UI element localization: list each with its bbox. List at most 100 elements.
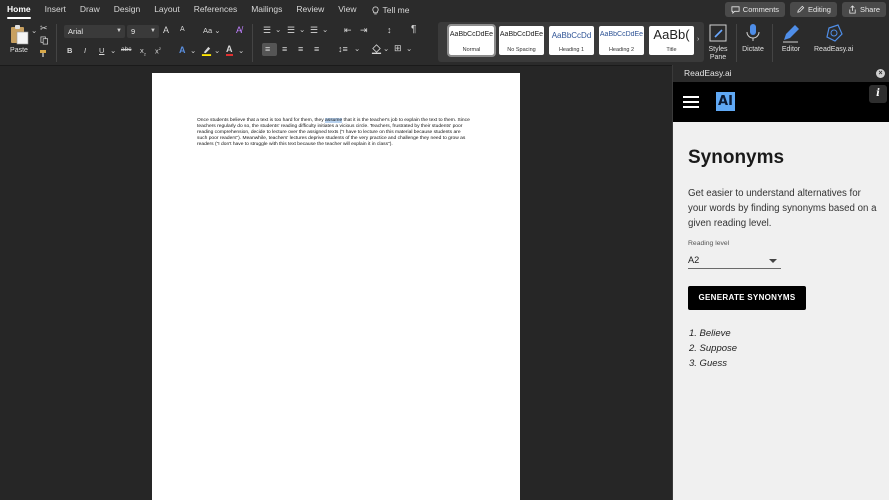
style-sample: AaBbCcDdEe (599, 31, 644, 38)
borders-dropdown-icon[interactable]: ⌄ (406, 44, 412, 53)
ribbon-separator (772, 24, 773, 62)
generate-synonyms-button[interactable]: GENERATE SYNONYMS (688, 286, 806, 310)
ribbon-home: Paste ⌄ ✂ Arial ▼ 9 ▼ A A Aa ⌄ A̸ B I U ⌄ … (0, 20, 889, 66)
clear-formatting-icon[interactable]: A̸ (236, 25, 242, 35)
style-name: Heading 2 (608, 47, 635, 53)
styles-pane-label: Styles Pane (708, 46, 728, 61)
readeasy-button[interactable]: ReadEasy.ai (814, 22, 853, 53)
word-window: Home Insert Draw Design Layout Reference… (0, 0, 889, 500)
borders-icon[interactable]: ⊞ (394, 43, 402, 54)
lightbulb-icon (372, 5, 379, 14)
tab-insert[interactable]: Insert (38, 0, 73, 20)
styles-expand-icon[interactable]: › (697, 36, 699, 43)
style-no-spacing[interactable]: AaBbCcDdEe No Spacing (499, 26, 544, 55)
grow-font-button[interactable]: A (163, 25, 169, 35)
styles-pane-button[interactable]: Styles Pane (706, 22, 730, 62)
font-size-select[interactable]: 9 ▼ (127, 25, 159, 38)
underline-button[interactable]: U (99, 46, 104, 55)
change-case-button[interactable]: Aa ⌄ (203, 26, 221, 35)
italic-button[interactable]: I (84, 46, 86, 55)
subscript-button[interactable]: x2 (140, 46, 146, 57)
tab-mailings[interactable]: Mailings (244, 0, 289, 20)
underline-dropdown-icon[interactable]: ⌄ (110, 46, 116, 55)
bold-button[interactable]: B (67, 46, 72, 55)
copy-icon[interactable] (40, 36, 49, 47)
editor-button[interactable]: Editor (780, 22, 802, 53)
tab-layout[interactable]: Layout (147, 0, 187, 20)
decrease-indent-icon[interactable]: ⇤ (344, 25, 352, 36)
hamburger-menu-icon[interactable] (683, 96, 699, 108)
comments-button[interactable]: Comments (724, 2, 786, 17)
share-icon (849, 5, 856, 14)
text-effects-icon[interactable]: A (179, 45, 186, 55)
comment-icon (731, 6, 740, 14)
tab-references[interactable]: References (187, 0, 244, 20)
document-body[interactable]: Once students believe that a text is too… (197, 118, 472, 148)
tab-draw[interactable]: Draw (73, 0, 107, 20)
tab-design[interactable]: Design (107, 0, 147, 20)
format-painter-icon[interactable] (39, 48, 49, 60)
font-name-select[interactable]: Arial ▼ (64, 25, 125, 38)
style-name: No Spacing (507, 47, 536, 53)
share-button[interactable]: Share (841, 2, 886, 17)
shading-icon[interactable] (371, 43, 382, 56)
shrink-font-button[interactable]: A (180, 26, 185, 33)
style-normal[interactable]: AaBbCcDdEe Normal (447, 24, 496, 57)
font-color-dropdown-icon[interactable]: ⌄ (238, 46, 244, 55)
style-title[interactable]: AaBb( Title (649, 26, 694, 55)
synonym-item[interactable]: 3. Guess (689, 356, 737, 371)
selected-word[interactable]: assume (325, 118, 343, 123)
document-canvas: Once students believe that a text is too… (0, 67, 672, 500)
tab-view[interactable]: View (331, 0, 363, 20)
justify-icon[interactable]: ≡ (314, 44, 319, 54)
synonym-item[interactable]: 2. Suppose (689, 341, 737, 356)
sort-icon[interactable]: ↕ (387, 25, 392, 35)
style-sample: AaBbCcDdEe (449, 31, 494, 38)
panel-title: ReadEasy.ai (684, 68, 732, 78)
multilevel-dropdown-icon[interactable]: ⌄ (322, 25, 328, 34)
synonym-item[interactable]: 1. Believe (689, 326, 737, 341)
info-button[interactable]: i (869, 85, 887, 103)
style-name: Heading 1 (558, 47, 585, 53)
font-color-icon[interactable]: A (226, 45, 233, 56)
paste-button[interactable]: Paste (8, 23, 30, 54)
bullets-dropdown-icon[interactable]: ⌄ (275, 25, 281, 34)
tab-review[interactable]: Review (289, 0, 331, 20)
editing-button[interactable]: Editing (790, 2, 837, 17)
tab-home[interactable]: Home (0, 0, 38, 20)
line-spacing-dropdown-icon[interactable]: ⌄ (354, 44, 360, 53)
share-label: Share (859, 5, 880, 14)
highlighter-icon[interactable] (201, 45, 212, 58)
line-spacing-icon[interactable]: ↕≡ (338, 44, 348, 54)
dictate-button[interactable]: Dictate (742, 22, 764, 53)
align-center-icon[interactable]: ≡ (282, 44, 287, 54)
text-effects-dropdown-icon[interactable]: ⌄ (190, 46, 196, 55)
numbering-icon[interactable]: ☰ (287, 25, 295, 36)
ribbon-separator (56, 24, 57, 62)
cut-icon[interactable]: ✂ (40, 23, 48, 34)
align-right-icon[interactable]: ≡ (298, 44, 303, 54)
numbering-dropdown-icon[interactable]: ⌄ (299, 25, 305, 34)
shading-dropdown-icon[interactable]: ⌄ (383, 44, 389, 53)
readeasy-label: ReadEasy.ai (814, 46, 854, 53)
align-left-icon: ≡ (265, 44, 271, 54)
tell-me-search[interactable]: Tell me (364, 0, 417, 20)
increase-indent-icon[interactable]: ⇥ (360, 25, 368, 36)
document-page[interactable]: Once students believe that a text is too… (152, 73, 520, 500)
style-heading-1[interactable]: AaBbCcDd Heading 1 (549, 26, 594, 55)
styles-gallery: AaBbCcDdEe Normal AaBbCcDdEe No Spacing … (438, 22, 704, 62)
paste-dropdown-icon[interactable]: ⌄ (31, 26, 37, 35)
superscript-button[interactable]: x2 (155, 46, 161, 56)
panel-titlebar: ReadEasy.ai × (673, 65, 889, 82)
readeasy-panel: ReadEasy.ai × AI i Synonyms Get easier t… (672, 65, 889, 500)
multilevel-list-icon[interactable]: ☰ (310, 25, 318, 36)
readeasy-icon (825, 24, 843, 42)
strikethrough-button[interactable]: abc (121, 46, 131, 53)
bullets-icon[interactable]: ☰ (263, 25, 271, 36)
close-icon[interactable]: × (876, 69, 885, 78)
highlight-dropdown-icon[interactable]: ⌄ (214, 46, 220, 55)
style-name: Title (666, 47, 677, 53)
show-formatting-icon[interactable]: ¶ (411, 24, 416, 35)
reading-level-select[interactable]: A2 (688, 252, 781, 269)
style-heading-2[interactable]: AaBbCcDdEe Heading 2 (599, 26, 644, 55)
